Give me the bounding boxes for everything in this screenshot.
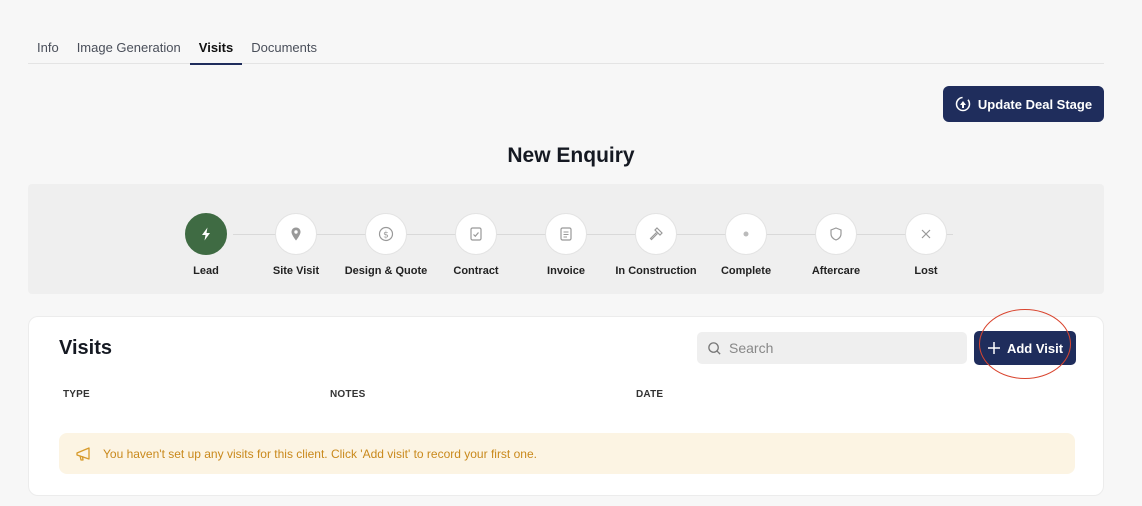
stage-design-quote-circle: $ bbox=[365, 213, 407, 255]
page-title: New Enquiry bbox=[507, 144, 635, 167]
stage-lost[interactable]: Lost bbox=[871, 213, 981, 277]
stage-invoice-circle bbox=[545, 213, 587, 255]
stage-label: Lost bbox=[914, 265, 938, 277]
stage-complete-circle bbox=[725, 213, 767, 255]
hammer-icon bbox=[649, 227, 663, 241]
column-header-type: TYPE bbox=[63, 389, 90, 400]
visits-card: Visits Add Visit TYPE NOTES DATE You hav… bbox=[28, 309, 1104, 496]
update-deal-stage-button[interactable]: Update Deal Stage bbox=[943, 86, 1104, 122]
column-header-notes: NOTES bbox=[330, 389, 366, 400]
tab-image-generation[interactable]: Image Generation bbox=[68, 30, 190, 64]
update-deal-stage-label: Update Deal Stage bbox=[977, 96, 1093, 112]
search-icon bbox=[708, 341, 721, 355]
megaphone-icon bbox=[76, 446, 90, 461]
stage-in-construction-circle bbox=[635, 213, 677, 255]
stage-lost-circle bbox=[905, 213, 947, 255]
search-input[interactable] bbox=[729, 340, 949, 356]
stage-aftercare-circle bbox=[815, 213, 857, 255]
svg-text:$: $ bbox=[383, 231, 389, 241]
dot-icon bbox=[743, 231, 749, 237]
dollar-circle-icon: $ bbox=[378, 226, 394, 242]
search-box[interactable] bbox=[697, 332, 967, 364]
plus-icon bbox=[987, 342, 1000, 354]
column-header-date: DATE bbox=[636, 389, 664, 400]
empty-state-message: You haven't set up any visits for this c… bbox=[103, 446, 537, 461]
bolt-icon bbox=[202, 227, 210, 241]
visits-title: Visits bbox=[59, 337, 112, 359]
contract-check-icon bbox=[470, 227, 482, 241]
shield-icon bbox=[830, 227, 842, 241]
pipeline-stages: Lead Site Visit $ Design & Quote Contrac… bbox=[28, 184, 1104, 294]
tab-bar: Info Image Generation Visits Documents bbox=[28, 30, 1104, 65]
empty-state-banner: You haven't set up any visits for this c… bbox=[59, 433, 1075, 474]
tab-documents[interactable]: Documents bbox=[242, 30, 326, 64]
invoice-icon bbox=[560, 227, 572, 241]
x-icon bbox=[921, 229, 931, 239]
add-visit-label: Add Visit bbox=[1006, 340, 1064, 356]
stage-site-visit-circle bbox=[275, 213, 317, 255]
tab-visits[interactable]: Visits bbox=[189, 30, 243, 65]
add-visit-button[interactable]: Add Visit bbox=[974, 331, 1076, 365]
map-pin-icon bbox=[291, 227, 301, 241]
stage-update-icon bbox=[955, 96, 971, 112]
tab-info[interactable]: Info bbox=[28, 30, 68, 64]
stage-lead-circle bbox=[185, 213, 227, 255]
stage-contract-circle bbox=[455, 213, 497, 255]
